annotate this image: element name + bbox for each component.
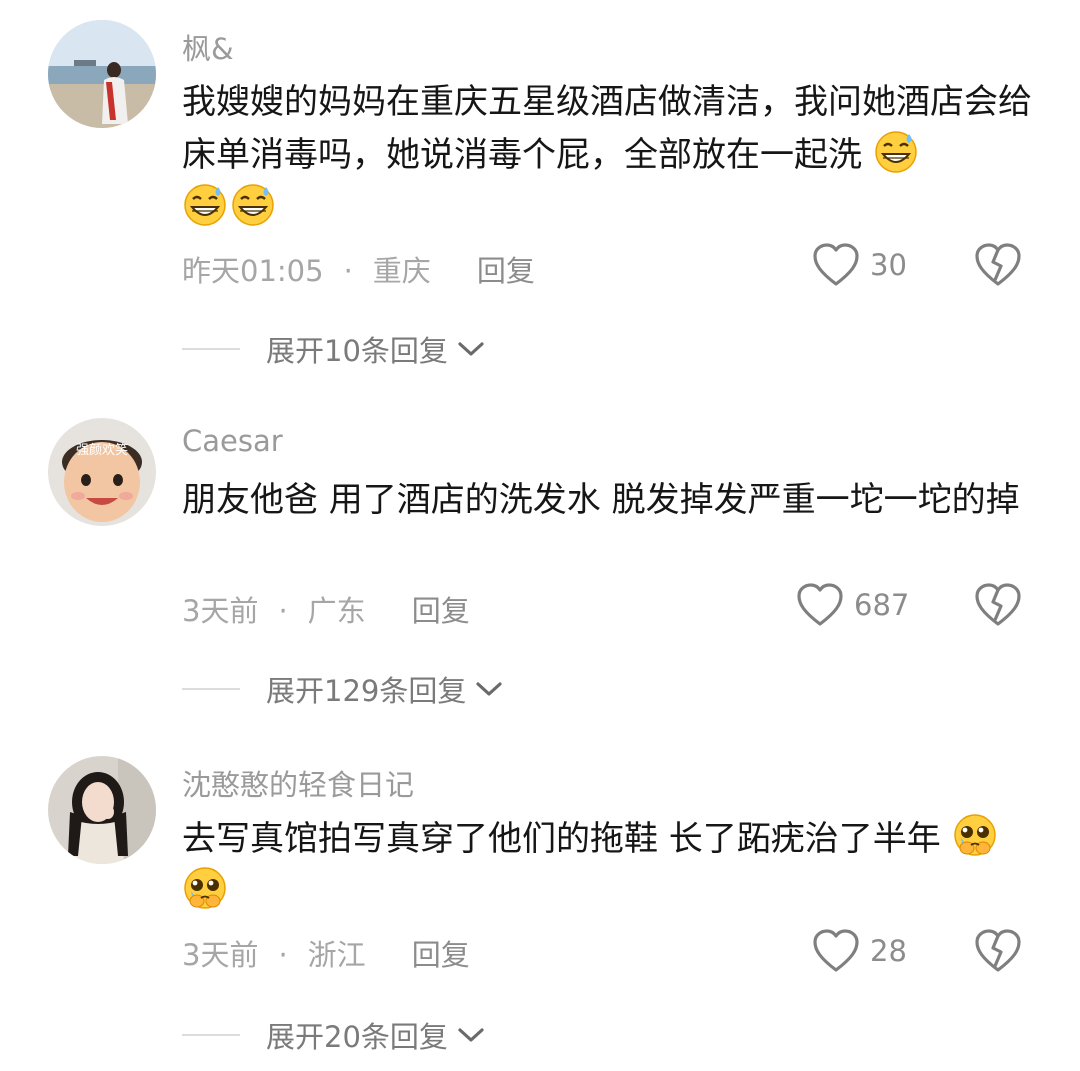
avatar-caption: 强颜欢笑 bbox=[76, 442, 128, 458]
comment-time: 3天前 bbox=[182, 594, 259, 628]
heart-outline-icon bbox=[797, 583, 843, 626]
broken-heart-icon bbox=[975, 243, 1021, 286]
avatar[interactable] bbox=[48, 20, 156, 128]
comment-location: 重庆 bbox=[372, 254, 431, 288]
comment-meta: 昨天01:05 · 重庆 回复 bbox=[182, 248, 535, 290]
reply-button[interactable]: 回复 bbox=[412, 938, 470, 972]
avatar[interactable] bbox=[48, 756, 156, 864]
expand-divider bbox=[182, 1034, 240, 1036]
expand-replies-button[interactable]: 展开20条回复 bbox=[182, 1014, 486, 1056]
broken-heart-icon bbox=[975, 929, 1021, 972]
pleading-face-emoji bbox=[182, 865, 228, 911]
expand-replies-button[interactable]: 展开129条回复 bbox=[182, 668, 504, 710]
comment-meta: 3天前 · 广东 回复 bbox=[182, 588, 470, 630]
chevron-down-icon bbox=[458, 1028, 484, 1042]
username[interactable]: 枫& bbox=[182, 26, 234, 68]
broken-heart-icon bbox=[975, 583, 1021, 626]
dislike-button[interactable] bbox=[974, 242, 1022, 292]
expand-replies-label: 展开20条回复 bbox=[266, 1020, 448, 1054]
comment-time: 3天前 bbox=[182, 938, 259, 972]
meta-separator: · bbox=[343, 254, 353, 288]
heart-outline-icon bbox=[813, 929, 859, 972]
reply-button[interactable]: 回复 bbox=[412, 594, 470, 628]
username[interactable]: Caesar bbox=[182, 424, 283, 458]
comment-text-body: 去写真馆拍写真穿了他们的拖鞋 长了跖疣治了半年 bbox=[182, 819, 941, 859]
grinning-sweat-emoji bbox=[873, 128, 919, 174]
like-button[interactable]: 28 bbox=[812, 928, 907, 974]
pleading-face-emoji bbox=[952, 812, 998, 858]
like-count: 28 bbox=[870, 934, 907, 968]
comment-text: 去写真馆拍写真穿了他们的拖鞋 长了跖疣治了半年 bbox=[182, 812, 1042, 918]
heart-outline-icon bbox=[813, 243, 859, 286]
like-count: 687 bbox=[854, 588, 910, 622]
dislike-button[interactable] bbox=[974, 928, 1022, 978]
avatar[interactable]: 强颜欢笑 bbox=[48, 418, 156, 526]
grinning-sweat-emoji bbox=[182, 181, 228, 227]
chevron-down-icon bbox=[458, 342, 484, 356]
reply-button[interactable]: 回复 bbox=[477, 254, 535, 288]
comment-text: 我嫂嫂的妈妈在重庆五星级酒店做清洁，我问她酒店会给床单消毒吗，她说消毒个屁，全部… bbox=[182, 76, 1042, 234]
like-button[interactable]: 687 bbox=[796, 582, 909, 628]
username[interactable]: 沈憨憨的轻食日记 bbox=[182, 762, 414, 804]
expand-replies-label: 展开10条回复 bbox=[266, 334, 448, 368]
comment-time: 昨天01:05 bbox=[182, 254, 324, 288]
like-count: 30 bbox=[870, 248, 907, 282]
comment-meta: 3天前 · 浙江 回复 bbox=[182, 932, 470, 974]
comment-location: 浙江 bbox=[307, 938, 366, 972]
expand-replies-label: 展开129条回复 bbox=[266, 674, 467, 708]
comment-list: 枫& 我嫂嫂的妈妈在重庆五星级酒店做清洁，我问她酒店会给床单消毒吗，她说消毒个屁… bbox=[0, 0, 1080, 1071]
expand-divider bbox=[182, 688, 240, 690]
dislike-button[interactable] bbox=[974, 582, 1022, 632]
chevron-down-icon bbox=[476, 682, 502, 696]
expand-replies-button[interactable]: 展开10条回复 bbox=[182, 328, 486, 370]
grinning-sweat-emoji bbox=[230, 181, 276, 227]
meta-separator: · bbox=[278, 594, 288, 628]
comment-location: 广东 bbox=[307, 594, 366, 628]
like-button[interactable]: 30 bbox=[812, 242, 907, 288]
expand-divider bbox=[182, 348, 240, 350]
comment-text: 朋友他爸 用了酒店的洗发水 脱发掉发严重一坨一坨的掉 bbox=[182, 480, 1020, 520]
meta-separator: · bbox=[278, 938, 288, 972]
